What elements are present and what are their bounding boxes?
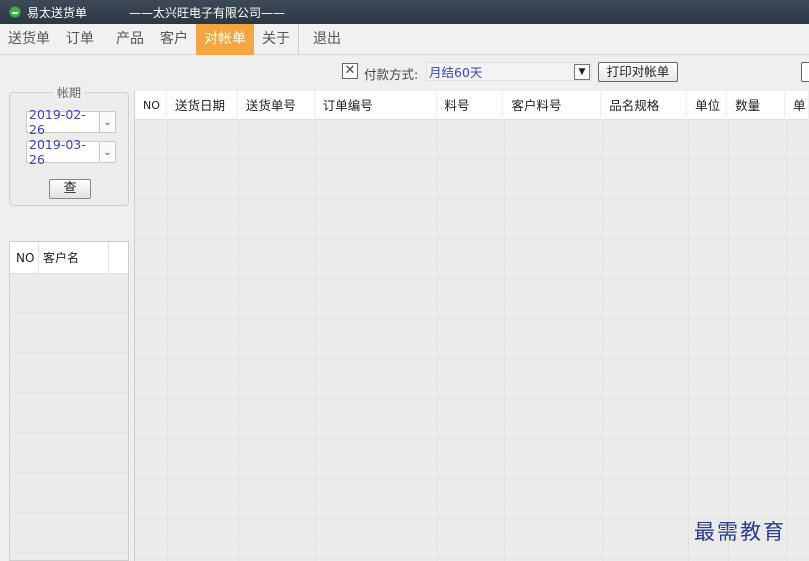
period-legend: 帐期 (53, 84, 86, 101)
watermark: 最需教育 (694, 520, 786, 544)
menu-bar: 送货单 订单 产品 客户 对帐单 关于 退出 (0, 23, 809, 55)
customer-list[interactable]: NO 客户名 (9, 241, 129, 561)
menu-item-about[interactable]: 关于 (254, 24, 298, 55)
col-delivery-number[interactable]: 送货单号 (238, 91, 315, 120)
title-bar: 易太送货单 ——太兴旺电子有限公司—— (0, 0, 809, 24)
col-order-number[interactable]: 订单编号 (315, 91, 437, 120)
start-date-picker[interactable]: 2019-02-26 ⌄ (26, 107, 116, 137)
end-date-picker[interactable]: 2019-03-26 ⌄ (26, 137, 116, 167)
customer-col-name[interactable]: 客户名 (38, 241, 108, 274)
col-customer-part-number[interactable]: 客户料号 (503, 91, 602, 120)
payment-filter-checkbox[interactable]: ✕ (342, 63, 358, 79)
col-product-spec[interactable]: 品名规格 (601, 91, 688, 120)
statement-table[interactable]: NO 送货日期 送货单号 订单编号 料号 客户料号 品名规格 单位 数量 单 (134, 91, 809, 561)
app-title: 易太送货单 (27, 5, 88, 20)
period-group: 帐期 2019-02-26 ⌄ 2019-03-26 ⌄ 查 (9, 84, 129, 206)
chevron-down-icon[interactable]: ⌄ (99, 142, 115, 162)
col-unit[interactable]: 单位 (687, 91, 728, 120)
payment-method-value: 月结60天 (429, 65, 483, 80)
menu-item-delivery[interactable]: 送货单 (0, 24, 58, 55)
payment-method-label: 付款方式: (364, 67, 419, 82)
statement-table-header: NO 送货日期 送货单号 订单编号 料号 客户料号 品名规格 单位 数量 单 (135, 91, 809, 120)
query-button[interactable]: 查 (49, 179, 91, 199)
end-date-value: 2019-03-26 (29, 137, 86, 167)
edge-button[interactable] (801, 62, 809, 82)
menu-item-statement[interactable]: 对帐单 (196, 23, 254, 55)
menu-item-customer[interactable]: 客户 (152, 24, 196, 55)
menu-item-exit[interactable]: 退出 (305, 24, 349, 55)
customer-table-header: NO 客户名 (10, 241, 128, 274)
col-part-number[interactable]: 料号 (437, 91, 504, 120)
company-name: ——太兴旺电子有限公司—— (129, 5, 286, 20)
col-delivery-date[interactable]: 送货日期 (167, 91, 238, 120)
customer-table-body[interactable] (10, 274, 128, 560)
menu-item-product[interactable]: 产品 (108, 24, 152, 55)
col-no[interactable]: NO (135, 91, 167, 120)
app-icon (9, 6, 21, 18)
menu-item-order[interactable]: 订单 (58, 24, 102, 55)
chevron-down-icon[interactable]: ▼ (574, 63, 590, 80)
chevron-down-icon[interactable]: ⌄ (99, 112, 115, 132)
customer-col-extra (108, 241, 128, 274)
col-unit-price[interactable]: 单 (785, 91, 809, 120)
menu-divider (298, 23, 299, 55)
print-statement-button[interactable]: 打印对帐单 (598, 62, 678, 82)
statement-table-body[interactable] (135, 120, 809, 561)
col-quantity[interactable]: 数量 (727, 91, 786, 120)
payment-method-select[interactable]: 月结60天 ▼ (426, 62, 592, 81)
start-date-value: 2019-02-26 (29, 107, 86, 137)
customer-col-no[interactable]: NO (10, 251, 38, 265)
